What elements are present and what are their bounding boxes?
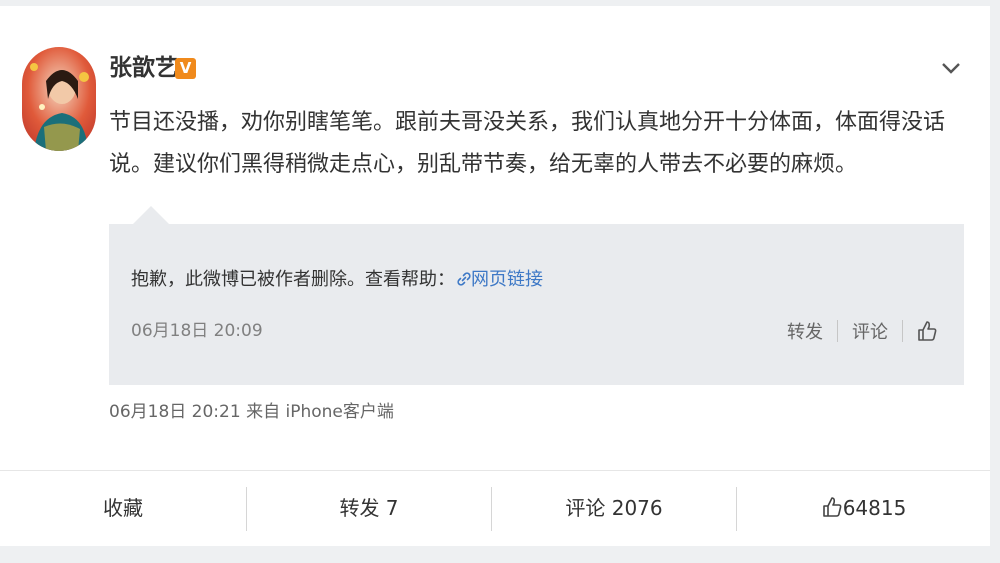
post-text: 节目还没播，劝你别瞎笔笔。跟前夫哥没关系，我们认真地分开十分体面，体面得没话说。… — [109, 110, 946, 177]
verified-badge-icon: V — [175, 58, 196, 79]
repost-button[interactable]: 转发 7 — [247, 485, 491, 531]
like-button[interactable]: 64815 — [737, 485, 990, 531]
quote-actions: 转发 评论 — [787, 317, 937, 345]
web-link-label[interactable]: 网页链接 — [471, 269, 543, 290]
thumbs-up-icon — [822, 497, 842, 517]
repost-label: 转发 7 — [339, 496, 399, 520]
quote-timestamp[interactable]: 06月18日 20:09 — [131, 318, 263, 344]
weibo-post-card: 张歆艺 V 节目还没播，劝你别瞎笔笔。跟前夫哥没关系，我们认真地分开十分体面，体… — [0, 6, 990, 546]
favorite-label: 收藏 — [103, 496, 143, 520]
deleted-notice-text: 抱歉，此微博已被作者删除。查看帮助： — [131, 269, 455, 290]
post-source: 来自 iPhone客户端 — [246, 402, 394, 422]
comment-button[interactable]: 评论 2076 — [492, 485, 736, 531]
quote-arrow — [133, 206, 169, 224]
thumbs-up-icon[interactable] — [917, 320, 937, 342]
divider — [0, 470, 990, 471]
avatar[interactable] — [22, 47, 96, 151]
link-icon — [457, 272, 471, 286]
divider — [837, 320, 838, 342]
action-bar: 收藏 转发 7 评论 2076 64815 — [0, 485, 990, 531]
post-timestamp[interactable]: 06月18日 20:21 — [109, 402, 241, 422]
quote-comment-button[interactable]: 评论 — [852, 318, 888, 344]
avatar-image — [22, 47, 96, 151]
favorite-button[interactable]: 收藏 — [0, 485, 246, 531]
comment-label: 评论 2076 — [565, 496, 663, 520]
quoted-post — [109, 224, 964, 385]
quote-repost-button[interactable]: 转发 — [787, 318, 823, 344]
like-count: 64815 — [842, 496, 907, 520]
web-link[interactable]: 网页链接 — [455, 269, 543, 290]
divider — [902, 320, 903, 342]
post-meta: 06月18日 20:21 来自 iPhone客户端 — [109, 399, 394, 425]
chevron-down-icon[interactable] — [940, 59, 962, 77]
username[interactable]: 张歆艺 — [109, 52, 178, 84]
deleted-notice: 抱歉，此微博已被作者删除。查看帮助： 网页链接 — [131, 266, 543, 294]
